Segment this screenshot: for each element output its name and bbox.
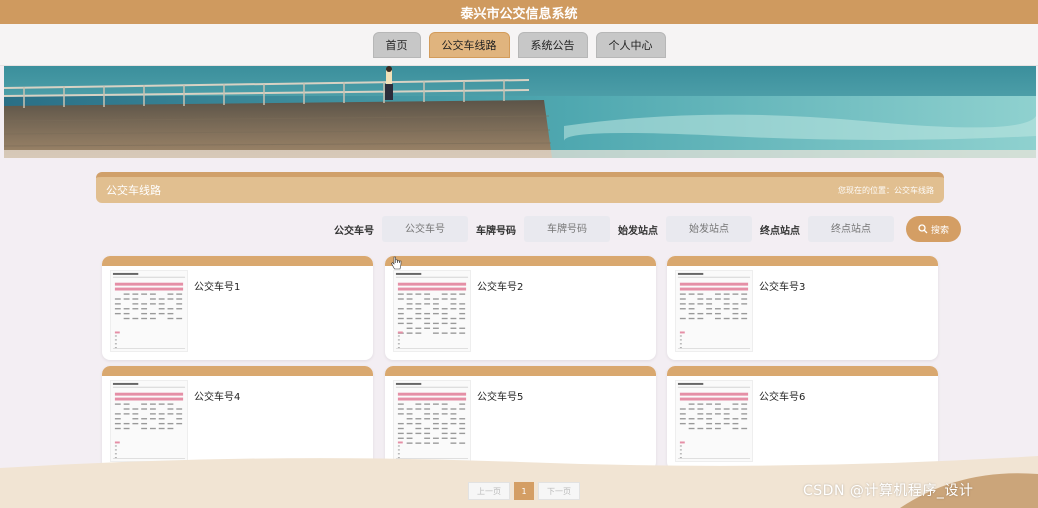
- route-thumbnail: [110, 270, 188, 352]
- bus-card-1[interactable]: 公交车号1: [102, 256, 373, 360]
- thumbnail-graphic: [112, 382, 186, 459]
- thumbnail-graphic: [677, 382, 751, 459]
- next-page-button[interactable]: 下一页: [538, 482, 580, 500]
- nav-personal-center[interactable]: 个人中心: [595, 31, 666, 58]
- card-band: [667, 366, 938, 376]
- end-station-input[interactable]: [808, 216, 894, 242]
- magnifier-icon: [918, 224, 928, 234]
- app-title: 泰兴市公交信息系统: [460, 6, 578, 22]
- search-bar: 公交车号 车牌号码 始发站点 终点站点 搜索: [334, 216, 961, 242]
- card-label: 公交车号1: [194, 282, 241, 293]
- route-thumbnail: [675, 380, 753, 462]
- page-number-current[interactable]: 1: [514, 482, 534, 500]
- nav-home[interactable]: 首页: [372, 31, 421, 58]
- banner-image: [4, 66, 1036, 158]
- end-station-label: 终点站点: [760, 225, 800, 237]
- search-button[interactable]: 搜索: [906, 216, 961, 242]
- thumbnail-graphic: [395, 382, 469, 459]
- thumbnail-graphic: [112, 272, 186, 349]
- breadcrumb: 您现在的位置：公交车线路: [838, 185, 934, 195]
- route-thumbnail: [110, 380, 188, 462]
- hand-cursor-icon: [391, 256, 402, 270]
- watermark: CSDN @计算机程序_设计: [803, 483, 974, 499]
- card-label: 公交车号4: [194, 392, 241, 403]
- top-title-bar: 泰兴市公交信息系统: [0, 0, 1038, 24]
- bus-card-5[interactable]: 公交车号5: [385, 366, 656, 470]
- section-header: 公交车线路 您现在的位置：公交车线路: [96, 172, 944, 203]
- bus-card-3[interactable]: 公交车号3: [667, 256, 938, 360]
- card-label: 公交车号5: [477, 392, 524, 403]
- route-thumbnail: [675, 270, 753, 352]
- card-label: 公交车号2: [477, 282, 524, 293]
- bus-card-6[interactable]: 公交车号6: [667, 366, 938, 470]
- start-station-label: 始发站点: [618, 225, 658, 237]
- plate-number-label: 车牌号码: [476, 225, 516, 237]
- card-band: [102, 366, 373, 376]
- card-band: [102, 256, 373, 266]
- route-thumbnail: [393, 380, 471, 462]
- card-band: [385, 366, 656, 376]
- nav-bus-routes[interactable]: 公交车线路: [428, 31, 510, 58]
- plate-number-input[interactable]: [524, 216, 610, 242]
- card-band: [667, 256, 938, 266]
- route-thumbnail: [393, 270, 471, 352]
- start-station-input[interactable]: [666, 216, 752, 242]
- main-nav: 首页 公交车线路 系统公告 个人中心: [0, 24, 1038, 66]
- card-band: [385, 256, 656, 266]
- bus-number-input[interactable]: [382, 216, 468, 242]
- search-button-label: 搜索: [930, 224, 949, 235]
- nav-announcements[interactable]: 系统公告: [517, 31, 588, 58]
- bus-card-4[interactable]: 公交车号4: [102, 366, 373, 470]
- bus-number-label: 公交车号: [334, 225, 374, 237]
- thumbnail-graphic: [677, 272, 751, 349]
- section-title: 公交车线路: [106, 184, 161, 197]
- prev-page-button[interactable]: 上一页: [468, 482, 510, 500]
- card-label: 公交车号3: [759, 282, 806, 293]
- card-label: 公交车号6: [759, 392, 806, 403]
- thumbnail-graphic: [395, 272, 469, 349]
- pagination: 上一页 1 下一页: [468, 482, 580, 500]
- bus-card-2[interactable]: 公交车号2: [385, 256, 656, 360]
